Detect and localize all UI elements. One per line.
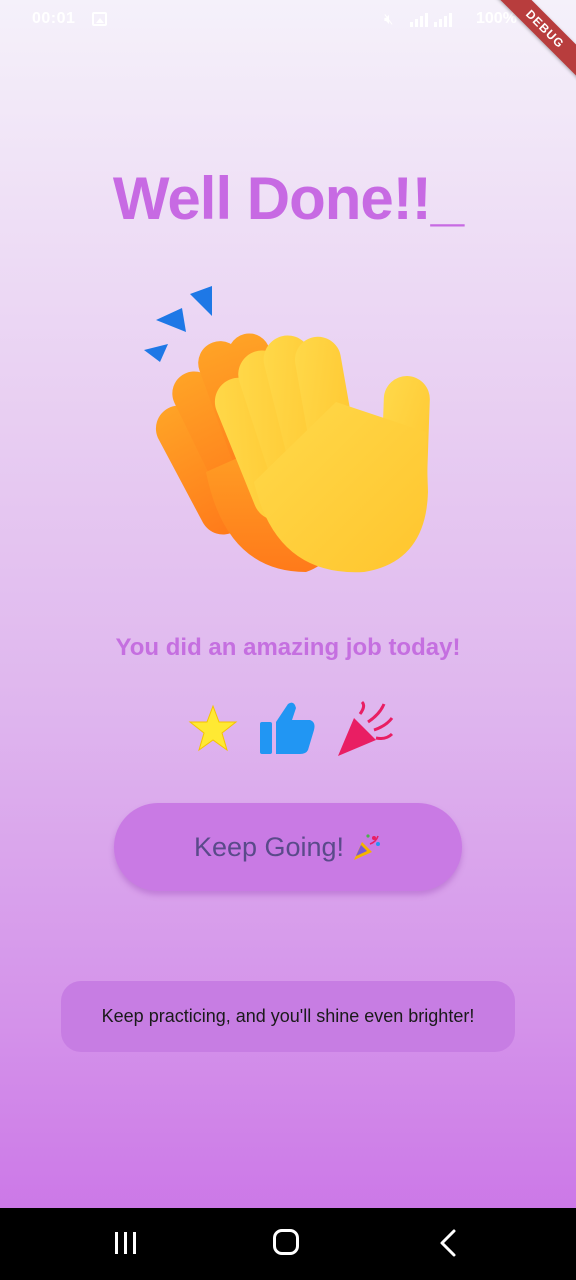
encouragement-card: Keep practicing, and you'll shine even b…	[61, 981, 515, 1052]
mute-icon: 🔇︎	[384, 11, 394, 28]
home-icon[interactable]	[273, 1229, 299, 1255]
encouragement-message: Keep practicing, and you'll shine even b…	[101, 1006, 475, 1026]
clapping-hands-icon	[144, 286, 430, 573]
keep-going-label: Keep Going!	[193, 831, 345, 862]
navigation-bar	[0, 1208, 576, 1280]
signal-icon	[410, 13, 452, 27]
status-time: 00:01	[32, 10, 76, 27]
icon-row	[0, 700, 576, 760]
star-icon	[188, 704, 238, 752]
status-bar: 00:01 🔇︎ 100%	[0, 0, 576, 40]
party-popper-icon	[338, 700, 394, 756]
party-popper-icon	[354, 834, 381, 860]
recents-icon[interactable]	[112, 1230, 140, 1256]
keep-going-button[interactable]: Keep Going!	[114, 803, 462, 891]
screen: 00:01 🔇︎ 100% DEBUG Well Done!!_ You did…	[0, 0, 576, 1280]
subtitle: You did an amazing job today!	[115, 634, 461, 661]
back-icon[interactable]	[436, 1228, 460, 1258]
battery-percentage: 100%	[476, 10, 517, 27]
gallery-notification-icon	[92, 12, 107, 26]
page-title: Well Done!!_	[112, 165, 464, 232]
thumbs-up-icon	[260, 702, 315, 754]
